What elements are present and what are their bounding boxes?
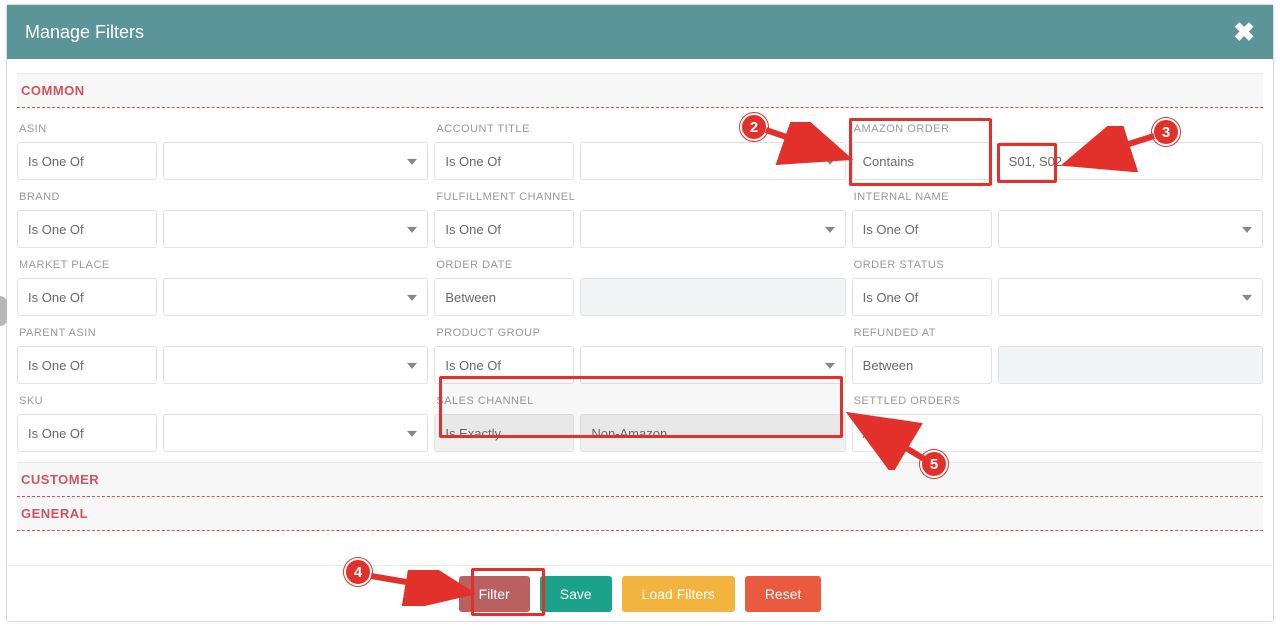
order-date-operator-select[interactable]: Between bbox=[434, 278, 574, 316]
section-common[interactable]: COMMON bbox=[17, 73, 1263, 108]
label-product-group: PRODUCT GROUP bbox=[434, 320, 845, 342]
save-button[interactable]: Save bbox=[540, 576, 612, 612]
label-settled-orders: SETTLED ORDERS bbox=[852, 388, 1263, 410]
column-1: ASIN Is One Of BRAND Is One Of MARKET PL… bbox=[17, 116, 428, 452]
product-group-operator-select[interactable]: Is One Of bbox=[434, 346, 574, 384]
label-account-title: ACCOUNT TITLE bbox=[434, 116, 845, 138]
label-asin: ASIN bbox=[17, 116, 428, 138]
asin-operator-select[interactable]: Is One Of bbox=[17, 142, 157, 180]
load-filters-button[interactable]: Load Filters bbox=[622, 576, 735, 612]
chevron-down-icon bbox=[1242, 295, 1252, 301]
modal-footer: Filter Save Load Filters Reset bbox=[7, 565, 1273, 621]
internal-name-value-select[interactable] bbox=[998, 210, 1263, 248]
close-icon[interactable]: ✖ bbox=[1233, 19, 1255, 45]
sku-value-select[interactable] bbox=[163, 414, 428, 452]
modal-title: Manage Filters bbox=[25, 22, 144, 43]
label-amazon-order: AMAZON ORDER bbox=[852, 116, 1263, 138]
account-title-value-select[interactable] bbox=[580, 142, 845, 180]
manage-filters-modal: Manage Filters ✖ COMMON ASIN Is One Of B… bbox=[6, 4, 1274, 622]
marketplace-value-select[interactable] bbox=[163, 278, 428, 316]
label-internal-name: INTERNAL NAME bbox=[852, 184, 1263, 206]
sales-channel-operator-select[interactable]: Is Exactly bbox=[434, 414, 574, 452]
sales-channel-value-input[interactable]: Non-Amazon bbox=[580, 414, 845, 452]
label-fulfillment-channel: FULFILLMENT CHANNEL bbox=[434, 184, 845, 206]
brand-operator-select[interactable]: Is One Of bbox=[17, 210, 157, 248]
chevron-down-icon bbox=[407, 295, 417, 301]
refunded-at-value-input[interactable] bbox=[998, 346, 1263, 384]
column-2: ACCOUNT TITLE Is One Of FULFILLMENT CHAN… bbox=[434, 116, 845, 452]
column-3: AMAZON ORDER Contains S01, S02 INTERNAL … bbox=[852, 116, 1263, 452]
side-tab[interactable] bbox=[0, 296, 7, 326]
chevron-down-icon bbox=[1242, 227, 1252, 233]
parent-asin-value-select[interactable] bbox=[163, 346, 428, 384]
parent-asin-operator-select[interactable]: Is One Of bbox=[17, 346, 157, 384]
label-sales-channel: SALES CHANNEL bbox=[434, 388, 845, 410]
settled-orders-select[interactable]: All bbox=[852, 414, 1263, 452]
label-marketplace: MARKET PLACE bbox=[17, 252, 428, 274]
label-refunded-at: REFUNDED AT bbox=[852, 320, 1263, 342]
marketplace-operator-select[interactable]: Is One Of bbox=[17, 278, 157, 316]
order-status-value-select[interactable] bbox=[998, 278, 1263, 316]
label-order-status: ORDER STATUS bbox=[852, 252, 1263, 274]
brand-value-select[interactable] bbox=[163, 210, 428, 248]
internal-name-operator-select[interactable]: Is One Of bbox=[852, 210, 992, 248]
product-group-value-select[interactable] bbox=[580, 346, 845, 384]
asin-value-select[interactable] bbox=[163, 142, 428, 180]
chevron-down-icon bbox=[825, 159, 835, 165]
chevron-down-icon bbox=[407, 227, 417, 233]
common-columns: ASIN Is One Of BRAND Is One Of MARKET PL… bbox=[17, 108, 1263, 454]
modal-body: COMMON ASIN Is One Of BRAND Is One Of MA… bbox=[7, 59, 1273, 531]
refunded-at-operator-select[interactable]: Between bbox=[852, 346, 992, 384]
filter-button[interactable]: Filter bbox=[459, 576, 530, 612]
label-brand: BRAND bbox=[17, 184, 428, 206]
amazon-order-value-input[interactable]: S01, S02 bbox=[998, 142, 1263, 180]
chevron-down-icon bbox=[825, 227, 835, 233]
amazon-order-operator-select[interactable]: Contains bbox=[852, 142, 992, 180]
order-status-operator-select[interactable]: Is One Of bbox=[852, 278, 992, 316]
section-general[interactable]: GENERAL bbox=[17, 497, 1263, 531]
reset-button[interactable]: Reset bbox=[745, 576, 822, 612]
fulfillment-channel-value-select[interactable] bbox=[580, 210, 845, 248]
label-parent-asin: PARENT ASIN bbox=[17, 320, 428, 342]
fulfillment-channel-operator-select[interactable]: Is One Of bbox=[434, 210, 574, 248]
account-title-operator-select[interactable]: Is One Of bbox=[434, 142, 574, 180]
chevron-down-icon bbox=[407, 159, 417, 165]
label-order-date: ORDER DATE bbox=[434, 252, 845, 274]
chevron-down-icon bbox=[407, 363, 417, 369]
sku-operator-select[interactable]: Is One Of bbox=[17, 414, 157, 452]
chevron-down-icon bbox=[825, 363, 835, 369]
label-sku: SKU bbox=[17, 388, 428, 410]
section-customer[interactable]: CUSTOMER bbox=[17, 462, 1263, 497]
modal-header: Manage Filters ✖ bbox=[7, 5, 1273, 59]
order-date-value-input[interactable] bbox=[580, 278, 845, 316]
chevron-down-icon bbox=[407, 431, 417, 437]
